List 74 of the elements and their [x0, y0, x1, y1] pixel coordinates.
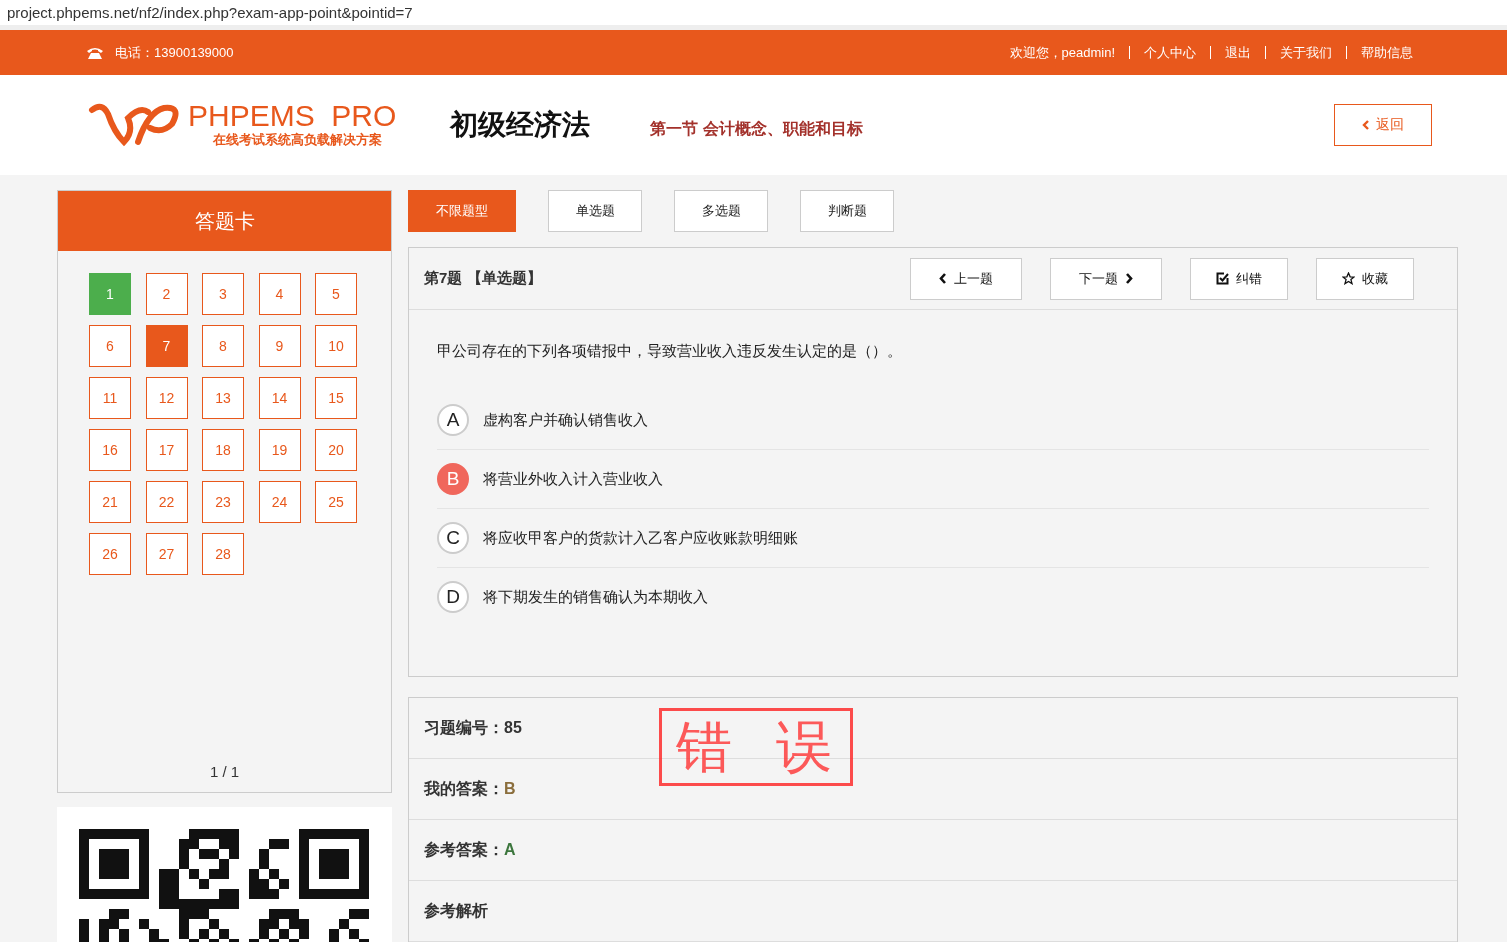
section-title: 第一节 会计概念、职能和目标	[650, 118, 863, 139]
option-letter-button[interactable]: A	[437, 404, 469, 436]
question-number-button[interactable]: 18	[202, 429, 244, 471]
top-link[interactable]: 欢迎您，peadmin!	[995, 46, 1129, 59]
pager-text: 1 / 1	[208, 763, 241, 780]
question-number-button[interactable]: 19	[258, 429, 301, 471]
question-title: 第7题 【单选题】	[424, 269, 542, 288]
question-number-button[interactable]: 9	[258, 325, 301, 367]
address-url: project.phpems.net/nf2/index.php?exam-app-point&pointid=7	[7, 4, 413, 21]
question-type-tab[interactable]: 多选题	[674, 190, 768, 232]
result-label: 参考解析	[424, 900, 488, 921]
result-label: 我的答案：	[424, 778, 504, 799]
chevron-right-icon	[1125, 273, 1133, 284]
result-value: B	[504, 780, 516, 798]
option-text[interactable]: 虚构客户并确认销售收入	[483, 410, 648, 430]
question-text: 甲公司存在的下列各项错报中，导致营业收入违反发生认定的是（）。	[437, 342, 903, 361]
option-letter-button[interactable]: C	[437, 522, 469, 554]
question-number-button[interactable]: 28	[202, 533, 244, 575]
question-number-button[interactable]: 1	[89, 273, 131, 315]
question-number-button[interactable]: 20	[315, 429, 357, 471]
question-action-button[interactable]: 上一题	[910, 257, 1022, 300]
question-type-tab[interactable]: 不限题型	[408, 190, 516, 232]
question-action-button[interactable]: 下一题	[1050, 257, 1162, 300]
question-number-button[interactable]: 27	[145, 533, 188, 575]
question-number-button[interactable]: 14	[258, 377, 301, 419]
question-action-button[interactable]: 收藏	[1316, 257, 1414, 300]
top-link[interactable]: 帮助信息	[1346, 46, 1427, 59]
option-text[interactable]: 将应收甲客户的货款计入乙客户应收账款明细账	[483, 528, 798, 548]
result-value: 85	[504, 719, 522, 737]
question-number-button[interactable]: 21	[89, 481, 131, 523]
question-number-button[interactable]: 24	[258, 481, 301, 523]
question-number-button[interactable]: 7	[145, 325, 188, 367]
back-button[interactable]: 返回	[1334, 104, 1432, 146]
logo-name: PHPEMS PRO	[188, 101, 397, 131]
star-icon	[1342, 272, 1355, 285]
result-value: A	[504, 841, 516, 859]
question-number-button[interactable]: 13	[202, 377, 244, 419]
top-link[interactable]: 个人中心	[1129, 46, 1210, 59]
question-type-tab[interactable]: 判断题	[800, 190, 894, 232]
option-text[interactable]: 将营业外收入计入营业收入	[483, 469, 663, 489]
question-number-button[interactable]: 23	[202, 481, 244, 523]
question-number-button[interactable]: 4	[258, 273, 301, 315]
option-text[interactable]: 将下期发生的销售确认为本期收入	[483, 587, 708, 607]
answer-card-title: 答题卡	[58, 191, 391, 251]
option-letter-button[interactable]: D	[437, 581, 469, 613]
phone-number: 电话：13900139000	[115, 43, 234, 62]
top-link[interactable]: 退出	[1210, 46, 1265, 59]
top-link[interactable]: 关于我们	[1265, 46, 1346, 59]
logo-slogan: 在线考试系统高负载解决方案	[213, 131, 383, 149]
question-number-button[interactable]: 5	[315, 273, 357, 315]
phone-icon	[86, 45, 104, 60]
result-label: 习题编号：	[424, 717, 504, 738]
question-number-button[interactable]: 2	[145, 273, 188, 315]
question-number-button[interactable]: 8	[202, 325, 244, 367]
edit-check-icon	[1216, 272, 1229, 285]
question-number-button[interactable]: 3	[202, 273, 244, 315]
question-number-button[interactable]: 6	[89, 325, 131, 367]
wrong-stamp: 错误	[659, 708, 853, 786]
question-number-button[interactable]: 16	[89, 429, 131, 471]
question-number-button[interactable]: 26	[89, 533, 131, 575]
question-number-button[interactable]: 11	[89, 377, 131, 419]
option-letter-button[interactable]: B	[437, 463, 469, 495]
subject-title: 初级经济法	[450, 108, 591, 142]
question-number-button[interactable]: 15	[315, 377, 357, 419]
question-action-button[interactable]: 纠错	[1190, 257, 1288, 300]
result-label: 参考答案：	[424, 839, 504, 860]
question-number-button[interactable]: 22	[145, 481, 188, 523]
question-type-tab[interactable]: 单选题	[548, 190, 642, 232]
chevron-left-icon	[939, 273, 947, 284]
chevron-left-icon	[1362, 120, 1370, 130]
question-number-button[interactable]: 10	[315, 325, 357, 367]
question-number-button[interactable]: 17	[145, 429, 188, 471]
question-number-button[interactable]: 25	[315, 481, 357, 523]
question-number-button[interactable]: 12	[145, 377, 188, 419]
